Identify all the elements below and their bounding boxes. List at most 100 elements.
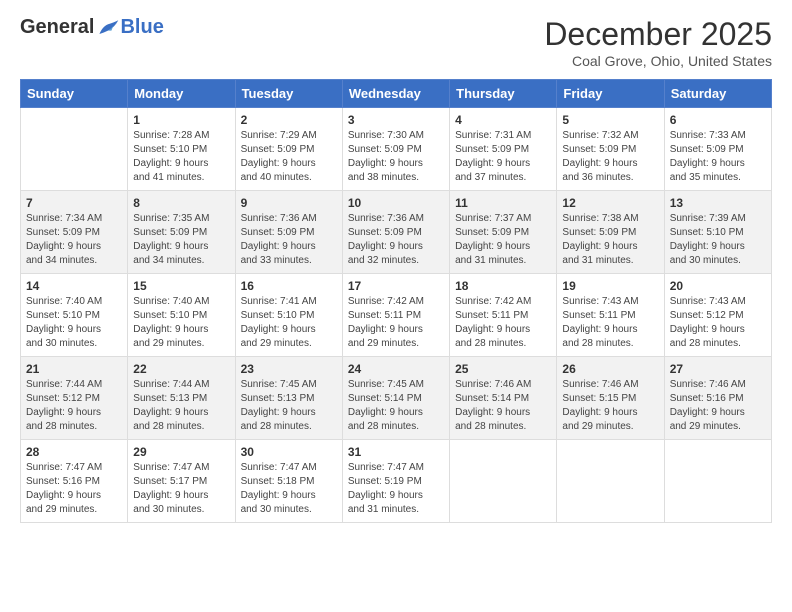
calendar-cell: 29 Sunrise: 7:47 AMSunset: 5:17 PMDayligh… (128, 440, 235, 523)
calendar-cell: 20 Sunrise: 7:43 AMSunset: 5:12 PMDayligh… (664, 274, 771, 357)
calendar-cell: 22 Sunrise: 7:44 AMSunset: 5:13 PMDayligh… (128, 357, 235, 440)
calendar-cell: 23 Sunrise: 7:45 AMSunset: 5:13 PMDayligh… (235, 357, 342, 440)
day-number: 5 (562, 113, 658, 127)
day-number: 2 (241, 113, 337, 127)
calendar-cell: 1Sunrise: 7:28 AMSunset: 5:10 PMDaylight… (128, 108, 235, 191)
day-info: Sunrise: 7:47 AMSunset: 5:19 PMDaylight:… (348, 461, 444, 517)
day-info: Sunrise: 7:45 AMSunset: 5:13 PMDaylight:… (241, 378, 337, 434)
day-info: Sunrise: 7:39 AMSunset: 5:10 PMDaylight:… (670, 212, 766, 268)
calendar-cell: 25 Sunrise: 7:46 AMSunset: 5:14 PMDayligh… (450, 357, 557, 440)
header-friday: Friday (557, 80, 664, 108)
calendar-week-4: 21Sunrise: 7:44 AMSunset: 5:12 PMDayligh… (21, 357, 772, 440)
calendar-cell: 8Sunrise: 7:35 AMSunset: 5:09 PMDaylight… (128, 191, 235, 274)
page-header: General Blue December 2025 Coal Grove, O… (20, 16, 772, 69)
calendar-week-2: 7 Sunrise: 7:34 AMSunset: 5:09 PMDaylight… (21, 191, 772, 274)
day-info: Sunrise: 7:43 AMSunset: 5:12 PMDaylight:… (670, 295, 766, 351)
day-info: Sunrise: 7:42 AMSunset: 5:11 PMDaylight:… (348, 295, 444, 351)
day-number: 6 (670, 113, 766, 127)
calendar-cell: 11 Sunrise: 7:37 AMSunset: 5:09 PMDayligh… (450, 191, 557, 274)
calendar-cell: 10Sunrise: 7:36 AMSunset: 5:09 PMDayligh… (342, 191, 449, 274)
day-number: 14 (26, 279, 122, 293)
calendar-cell: 18 Sunrise: 7:42 AMSunset: 5:11 PMDayligh… (450, 274, 557, 357)
day-number: 9 (241, 196, 337, 210)
day-number: 31 (348, 445, 444, 459)
day-number: 15 (133, 279, 229, 293)
day-number: 20 (670, 279, 766, 293)
day-info: Sunrise: 7:38 AMSunset: 5:09 PMDaylight:… (562, 212, 658, 268)
day-info: Sunrise: 7:32 AMSunset: 5:09 PMDaylight:… (562, 129, 658, 185)
day-number: 28 (26, 445, 122, 459)
calendar-cell: 31 Sunrise: 7:47 AMSunset: 5:19 PMDayligh… (342, 440, 449, 523)
calendar-cell: 19Sunrise: 7:43 AMSunset: 5:11 PMDayligh… (557, 274, 664, 357)
calendar-cell: 14 Sunrise: 7:40 AMSunset: 5:10 PMDayligh… (21, 274, 128, 357)
header-monday: Monday (128, 80, 235, 108)
logo-bird-icon (96, 18, 120, 38)
day-info: Sunrise: 7:29 AMSunset: 5:09 PMDaylight:… (241, 129, 337, 185)
calendar-cell: 4 Sunrise: 7:31 AMSunset: 5:09 PMDaylight… (450, 108, 557, 191)
calendar-week-3: 14 Sunrise: 7:40 AMSunset: 5:10 PMDayligh… (21, 274, 772, 357)
calendar-cell: 24 Sunrise: 7:45 AMSunset: 5:14 PMDayligh… (342, 357, 449, 440)
calendar-cell: 3Sunrise: 7:30 AMSunset: 5:09 PMDaylight… (342, 108, 449, 191)
header-wednesday: Wednesday (342, 80, 449, 108)
day-info: Sunrise: 7:40 AMSunset: 5:10 PMDaylight:… (133, 295, 229, 351)
day-number: 23 (241, 362, 337, 376)
day-number: 18 (455, 279, 551, 293)
day-info: Sunrise: 7:44 AMSunset: 5:13 PMDaylight:… (133, 378, 229, 434)
day-number: 25 (455, 362, 551, 376)
calendar-cell: 21Sunrise: 7:44 AMSunset: 5:12 PMDayligh… (21, 357, 128, 440)
calendar-header-row: SundayMondayTuesdayWednesdayThursdayFrid… (21, 80, 772, 108)
calendar-cell: 6Sunrise: 7:33 AMSunset: 5:09 PMDaylight… (664, 108, 771, 191)
day-info: Sunrise: 7:42 AMSunset: 5:11 PMDaylight:… (455, 295, 551, 351)
day-info: Sunrise: 7:31 AMSunset: 5:09 PMDaylight:… (455, 129, 551, 185)
day-info: Sunrise: 7:28 AMSunset: 5:10 PMDaylight:… (133, 129, 229, 185)
day-number: 7 (26, 196, 122, 210)
day-number: 12 (562, 196, 658, 210)
day-number: 27 (670, 362, 766, 376)
day-info: Sunrise: 7:34 AMSunset: 5:09 PMDaylight:… (26, 212, 122, 268)
day-info: Sunrise: 7:47 AMSunset: 5:17 PMDaylight:… (133, 461, 229, 517)
day-number: 17 (348, 279, 444, 293)
day-number: 29 (133, 445, 229, 459)
day-info: Sunrise: 7:43 AMSunset: 5:11 PMDaylight:… (562, 295, 658, 351)
day-info: Sunrise: 7:45 AMSunset: 5:14 PMDaylight:… (348, 378, 444, 434)
calendar-week-1: 1Sunrise: 7:28 AMSunset: 5:10 PMDaylight… (21, 108, 772, 191)
calendar-cell: 15 Sunrise: 7:40 AMSunset: 5:10 PMDayligh… (128, 274, 235, 357)
day-number: 24 (348, 362, 444, 376)
calendar-cell: 16 Sunrise: 7:41 AMSunset: 5:10 PMDayligh… (235, 274, 342, 357)
day-info: Sunrise: 7:41 AMSunset: 5:10 PMDaylight:… (241, 295, 337, 351)
day-number: 4 (455, 113, 551, 127)
day-info: Sunrise: 7:40 AMSunset: 5:10 PMDaylight:… (26, 295, 122, 351)
day-info: Sunrise: 7:44 AMSunset: 5:12 PMDaylight:… (26, 378, 122, 434)
calendar-cell (557, 440, 664, 523)
location: Coal Grove, Ohio, United States (544, 53, 772, 69)
day-info: Sunrise: 7:37 AMSunset: 5:09 PMDaylight:… (455, 212, 551, 268)
day-number: 30 (241, 445, 337, 459)
day-info: Sunrise: 7:46 AMSunset: 5:14 PMDaylight:… (455, 378, 551, 434)
calendar-cell: 17 Sunrise: 7:42 AMSunset: 5:11 PMDayligh… (342, 274, 449, 357)
day-number: 26 (562, 362, 658, 376)
day-number: 11 (455, 196, 551, 210)
header-saturday: Saturday (664, 80, 771, 108)
calendar-cell: 12 Sunrise: 7:38 AMSunset: 5:09 PMDayligh… (557, 191, 664, 274)
title-area: December 2025 Coal Grove, Ohio, United S… (544, 16, 772, 69)
day-number: 16 (241, 279, 337, 293)
day-number: 22 (133, 362, 229, 376)
logo-blue-text: Blue (120, 16, 163, 39)
calendar-cell: 30 Sunrise: 7:47 AMSunset: 5:18 PMDayligh… (235, 440, 342, 523)
day-info: Sunrise: 7:46 AMSunset: 5:16 PMDaylight:… (670, 378, 766, 434)
day-info: Sunrise: 7:35 AMSunset: 5:09 PMDaylight:… (133, 212, 229, 268)
day-info: Sunrise: 7:36 AMSunset: 5:09 PMDaylight:… (348, 212, 444, 268)
calendar-cell: 5 Sunrise: 7:32 AMSunset: 5:09 PMDaylight… (557, 108, 664, 191)
calendar-cell: 28 Sunrise: 7:47 AMSunset: 5:16 PMDayligh… (21, 440, 128, 523)
logo: General Blue (20, 16, 164, 39)
calendar-cell: 13 Sunrise: 7:39 AMSunset: 5:10 PMDayligh… (664, 191, 771, 274)
day-info: Sunrise: 7:30 AMSunset: 5:09 PMDaylight:… (348, 129, 444, 185)
logo-general-text: General (20, 16, 94, 39)
calendar-cell (21, 108, 128, 191)
day-info: Sunrise: 7:47 AMSunset: 5:16 PMDaylight:… (26, 461, 122, 517)
day-info: Sunrise: 7:47 AMSunset: 5:18 PMDaylight:… (241, 461, 337, 517)
day-number: 13 (670, 196, 766, 210)
day-info: Sunrise: 7:46 AMSunset: 5:15 PMDaylight:… (562, 378, 658, 434)
header-sunday: Sunday (21, 80, 128, 108)
calendar-cell: 26 Sunrise: 7:46 AMSunset: 5:15 PMDayligh… (557, 357, 664, 440)
